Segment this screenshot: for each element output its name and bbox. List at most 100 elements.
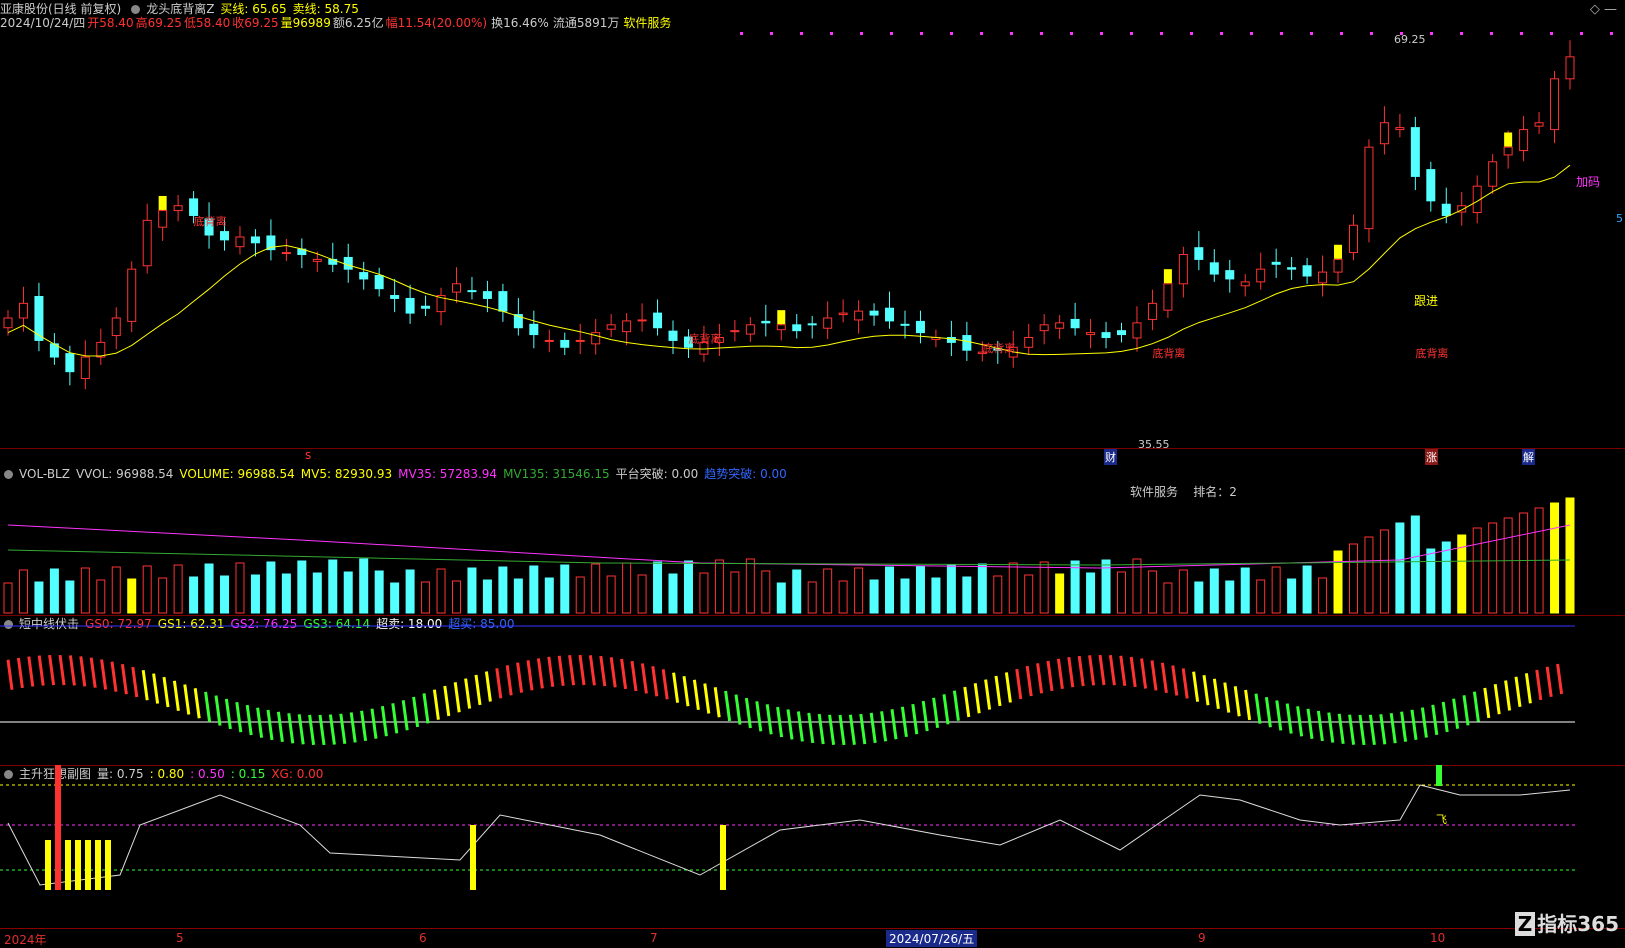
osc-bar: [1036, 663, 1044, 694]
osc-bar: [453, 682, 461, 713]
volume-bar: [451, 580, 461, 614]
candle-body: [962, 335, 972, 351]
osc-bar: [1431, 704, 1439, 736]
volume-bar: [529, 565, 539, 614]
candle-body: [1426, 169, 1436, 202]
right-edge-mark: 5: [1616, 212, 1623, 225]
osc-bar: [287, 713, 295, 744]
top-marker: [1460, 32, 1463, 35]
signal-bar: [1504, 132, 1513, 147]
volume-bar: [637, 574, 647, 614]
oscillator-chart[interactable]: [0, 615, 1625, 765]
osc-bar: [557, 655, 565, 686]
sub-chart[interactable]: [0, 765, 1625, 928]
xg-bar: [55, 765, 61, 890]
osc-bar: [1348, 714, 1356, 745]
candlestick-chart[interactable]: 底背离底背离底背离 底背离 底背离: [0, 0, 1625, 448]
osc-bar: [276, 711, 284, 743]
signal-bar: [158, 195, 167, 210]
candle-body: [1209, 262, 1219, 275]
event-cai[interactable]: 财: [1104, 449, 1117, 465]
osc-bar: [692, 679, 700, 710]
osc-bar: [859, 713, 867, 745]
osc-bar: [16, 657, 24, 689]
osc-bar: [339, 713, 347, 744]
xg-bar: [470, 825, 476, 890]
volume-bar: [1240, 567, 1250, 614]
osc-bar: [734, 694, 742, 725]
osc-bar: [1088, 655, 1096, 686]
event-jie[interactable]: 解: [1522, 449, 1535, 465]
event-zhang[interactable]: 涨: [1425, 449, 1438, 465]
volume-chart[interactable]: [0, 465, 1625, 615]
volume-bar: [1364, 536, 1374, 614]
candle-body: [173, 205, 183, 212]
osc-bar: [1192, 671, 1200, 702]
osc-bar: [724, 690, 732, 722]
osc-bar: [484, 671, 492, 702]
top-marker: [830, 32, 833, 35]
osc-bar: [807, 712, 815, 744]
signal-bar: [1334, 244, 1343, 259]
osc-bar: [599, 655, 607, 687]
osc-bar: [703, 683, 711, 714]
volume-bar: [544, 577, 554, 614]
candle-body: [1441, 203, 1451, 216]
osc-bar: [1296, 706, 1304, 737]
volume-bar: [1086, 572, 1096, 614]
osc-bar: [942, 694, 950, 725]
main-chart-panel[interactable]: 亚康股份(日线 前复权) 龙头底背离Z 买线: 65.65 卖线: 58.75 202…: [0, 0, 1625, 465]
volume-bar: [1503, 517, 1513, 614]
signal-bar: [1163, 269, 1172, 284]
candle-body: [1086, 332, 1096, 336]
osc-bar: [1285, 703, 1293, 734]
volume-bar: [158, 577, 168, 614]
sub-panel[interactable]: 主升狂想副图量: 0.75: 0.80: 0.50: 0.15XG: 0.00 …: [0, 765, 1625, 928]
candle-body: [158, 210, 168, 228]
axis-label-jun: 6: [419, 931, 427, 945]
osc-bar: [1254, 693, 1262, 724]
max-price-label: 69.25: [1394, 33, 1426, 46]
volume-panel[interactable]: VOL-BLZ VVOL: 96988.54 VOLUME: 96988.54 MV5…: [0, 465, 1625, 616]
candle-body: [1055, 322, 1065, 329]
diamond-icon[interactable]: ◇: [1590, 2, 1600, 17]
candle-body: [1132, 322, 1142, 339]
candle-body: [1565, 56, 1575, 80]
time-axis[interactable]: 2024年 5 6 7 2024/07/26/五 9 10: [0, 928, 1625, 948]
event-s[interactable]: s: [305, 448, 311, 462]
osc-bar: [1504, 680, 1512, 711]
osc-bar: [37, 655, 45, 686]
osc-bar: [318, 714, 326, 746]
volume-bar: [575, 576, 585, 614]
candle-body: [575, 339, 585, 342]
volume-bar: [653, 561, 663, 614]
osc-bar: [1171, 665, 1179, 696]
oscillator-panel[interactable]: 短中线伏击 GS0: 72.97 GS1: 62.31 GS2: 76.25 GS3: …: [0, 615, 1625, 766]
volume-bar: [900, 578, 910, 614]
candle-body: [560, 339, 570, 348]
minus-icon[interactable]: —: [1604, 2, 1617, 17]
brand-text: 指标365: [1537, 912, 1619, 936]
osc-bar: [1420, 707, 1428, 738]
volume-bar: [931, 577, 941, 614]
volume-bar: [220, 575, 230, 614]
candle-body: [1039, 324, 1049, 332]
osc-bar: [848, 714, 856, 745]
volume-bar: [96, 579, 106, 614]
signal-genjin: 跟进: [1414, 294, 1439, 308]
volume-bar: [1379, 529, 1389, 614]
top-marker: [740, 32, 743, 35]
osc-bar: [131, 666, 139, 698]
volume-bar: [745, 558, 755, 614]
osc-bar: [1514, 676, 1522, 708]
top-marker: [1130, 32, 1133, 35]
volume-bar: [482, 579, 492, 614]
top-marker: [1280, 32, 1283, 35]
candle-body: [1117, 330, 1127, 336]
candle-body: [1534, 122, 1544, 127]
osc-bar: [141, 669, 149, 701]
osc-bar: [890, 709, 898, 740]
volume-bar: [281, 573, 291, 614]
osc-bar: [48, 654, 56, 686]
volume-bar: [560, 564, 570, 614]
